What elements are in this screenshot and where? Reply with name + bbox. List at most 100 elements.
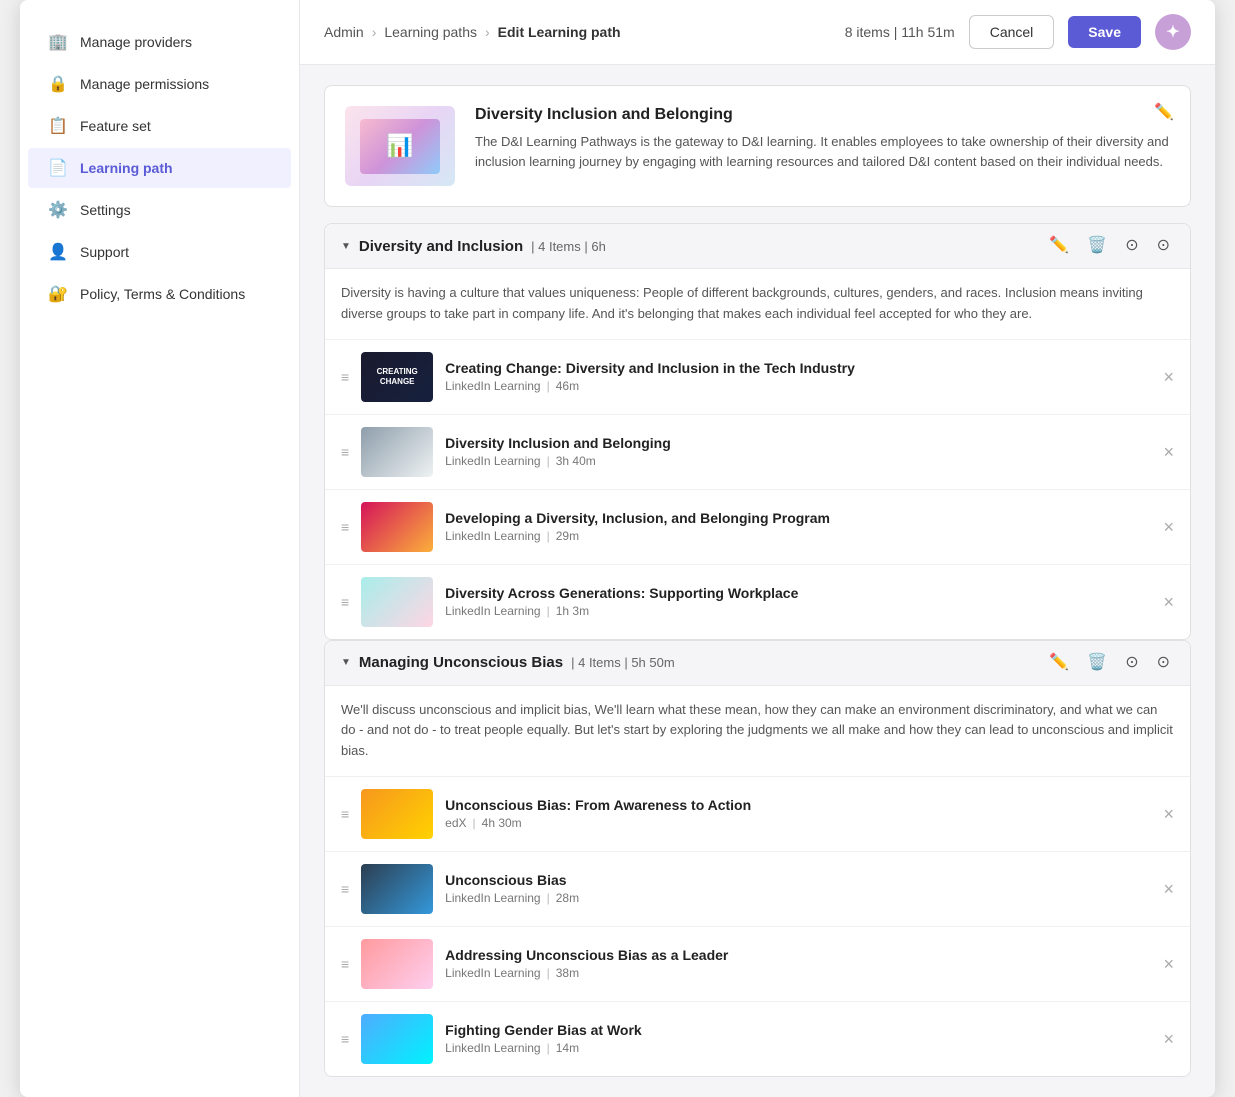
course-meta-addressing: LinkedIn Learning | 38m (445, 966, 1151, 980)
save-button[interactable]: Save (1068, 16, 1141, 48)
meta-sep-developing: | (547, 529, 550, 543)
avatar: ✦ (1155, 14, 1191, 50)
breadcrumb-current: Edit Learning path (498, 24, 621, 40)
hero-card: 📊 Diversity Inclusion and Belonging The … (324, 85, 1191, 207)
sidebar-label-policy: Policy, Terms & Conditions (80, 286, 245, 302)
drag-handle-addressing[interactable]: ≡ (341, 956, 349, 972)
section-header-left-managing-unconscious-bias: ▼ Managing Unconscious Bias | 4 Items | … (341, 654, 675, 671)
remove-course-creating-change[interactable]: × (1163, 368, 1174, 386)
sidebar-icon-manage-providers: 🏢 (48, 32, 68, 52)
section-up-managing-unconscious-bias[interactable]: ⊙ (1121, 653, 1142, 673)
items-info: 8 items | 11h 51m (845, 24, 955, 40)
breadcrumb-section[interactable]: Learning paths (384, 24, 477, 40)
course-item-fighting: ≡ Fighting Gender Bias at Work LinkedIn … (325, 1002, 1190, 1076)
section-meta-diversity-inclusion: | 4 Items | 6h (531, 239, 606, 254)
course-duration-addressing: 38m (556, 966, 579, 980)
section-down-managing-unconscious-bias[interactable]: ⊙ (1153, 653, 1174, 673)
course-thumb-generations (361, 577, 433, 627)
course-provider-fighting: LinkedIn Learning (445, 1041, 540, 1055)
thumb-text-awareness (395, 812, 399, 816)
section-up-diversity-inclusion[interactable]: ⊙ (1121, 236, 1142, 256)
sidebar-item-settings[interactable]: ⚙️ Settings (28, 190, 291, 230)
section-chevron-diversity-inclusion[interactable]: ▼ (341, 241, 351, 252)
sidebar-icon-feature-set: 📋 (48, 116, 68, 136)
course-meta-ub: LinkedIn Learning | 28m (445, 891, 1151, 905)
drag-handle-ub[interactable]: ≡ (341, 881, 349, 897)
section-edit-managing-unconscious-bias[interactable]: ✏️ (1045, 653, 1073, 673)
course-item-addressing: ≡ Addressing Unconscious Bias as a Leade… (325, 927, 1190, 1002)
sidebar-item-feature-set[interactable]: 📋 Feature set (28, 106, 291, 146)
remove-course-fighting[interactable]: × (1163, 1030, 1174, 1048)
course-item-developing: ≡ Developing a Diversity, Inclusion, and… (325, 490, 1190, 565)
section-header-right-managing-unconscious-bias: ✏️ 🗑️ ⊙ ⊙ (1045, 653, 1174, 673)
course-info-developing: Developing a Diversity, Inclusion, and B… (445, 510, 1151, 543)
meta-sep-awareness: | (473, 816, 476, 830)
thumb-text-creating-change: CREATING CHANGE (361, 365, 433, 388)
drag-handle-generations[interactable]: ≡ (341, 594, 349, 610)
section-header-managing-unconscious-bias: ▼ Managing Unconscious Bias | 4 Items | … (325, 641, 1190, 686)
meta-sep-generations: | (547, 604, 550, 618)
hero-edit-button[interactable]: ✏️ (1154, 102, 1174, 122)
remove-course-addressing[interactable]: × (1163, 955, 1174, 973)
remove-course-awareness[interactable]: × (1163, 805, 1174, 823)
course-thumb-addressing (361, 939, 433, 989)
course-duration-fighting: 14m (556, 1041, 579, 1055)
remove-course-developing[interactable]: × (1163, 518, 1174, 536)
breadcrumb: Admin › Learning paths › Edit Learning p… (324, 24, 621, 40)
hero-info: Diversity Inclusion and Belonging The D&… (475, 106, 1170, 171)
drag-handle-creating-change[interactable]: ≡ (341, 369, 349, 385)
drag-handle-dib[interactable]: ≡ (341, 444, 349, 460)
course-meta-awareness: edX | 4h 30m (445, 816, 1151, 830)
course-duration-creating-change: 46m (556, 379, 579, 393)
section-delete-managing-unconscious-bias[interactable]: 🗑️ (1083, 653, 1111, 673)
thumb-text-developing (395, 525, 399, 529)
course-title-ub: Unconscious Bias (445, 872, 1151, 888)
hero-thumb-icon: 📊 (386, 133, 413, 159)
thumb-text-fighting (395, 1037, 399, 1041)
course-provider-developing: LinkedIn Learning (445, 529, 540, 543)
drag-handle-awareness[interactable]: ≡ (341, 806, 349, 822)
breadcrumb-sep-1: › (372, 24, 377, 40)
section-delete-diversity-inclusion[interactable]: 🗑️ (1083, 236, 1111, 256)
remove-course-dib[interactable]: × (1163, 443, 1174, 461)
section-desc-managing-unconscious-bias: We'll discuss unconscious and implicit b… (325, 686, 1190, 777)
sidebar-item-learning-path[interactable]: 📄 Learning path (28, 148, 291, 188)
remove-course-ub[interactable]: × (1163, 880, 1174, 898)
sections-container: ▼ Diversity and Inclusion | 4 Items | 6h… (324, 223, 1191, 1077)
drag-handle-developing[interactable]: ≡ (341, 519, 349, 535)
sidebar-label-learning-path: Learning path (80, 160, 173, 176)
section-down-diversity-inclusion[interactable]: ⊙ (1153, 236, 1174, 256)
breadcrumb-admin[interactable]: Admin (324, 24, 364, 40)
section-edit-diversity-inclusion[interactable]: ✏️ (1045, 236, 1073, 256)
breadcrumb-sep-2: › (485, 24, 490, 40)
meta-sep-ub: | (547, 891, 550, 905)
course-meta-creating-change: LinkedIn Learning | 46m (445, 379, 1151, 393)
course-thumb-awareness (361, 789, 433, 839)
remove-course-generations[interactable]: × (1163, 593, 1174, 611)
hero-thumb-inner: 📊 (360, 119, 440, 174)
hero-description: The D&I Learning Pathways is the gateway… (475, 132, 1170, 171)
course-duration-awareness: 4h 30m (482, 816, 522, 830)
hero-title: Diversity Inclusion and Belonging (475, 106, 1170, 124)
section-chevron-managing-unconscious-bias[interactable]: ▼ (341, 657, 351, 668)
sidebar-item-manage-permissions[interactable]: 🔒 Manage permissions (28, 64, 291, 104)
course-provider-creating-change: LinkedIn Learning (445, 379, 540, 393)
course-item-creating-change: ≡ CREATING CHANGE Creating Change: Diver… (325, 340, 1190, 415)
course-title-dib: Diversity Inclusion and Belonging (445, 435, 1151, 451)
sidebar: 🏢 Manage providers 🔒 Manage permissions … (20, 0, 300, 1097)
course-thumb-creating-change: CREATING CHANGE (361, 352, 433, 402)
sidebar-item-manage-providers[interactable]: 🏢 Manage providers (28, 22, 291, 62)
sidebar-item-policy[interactable]: 🔐 Policy, Terms & Conditions (28, 274, 291, 314)
course-item-ub: ≡ Unconscious Bias LinkedIn Learning | 2… (325, 852, 1190, 927)
sidebar-item-support[interactable]: 👤 Support (28, 232, 291, 272)
section-meta-managing-unconscious-bias: | 4 Items | 5h 50m (571, 655, 675, 670)
sidebar-icon-support: 👤 (48, 242, 68, 262)
course-title-awareness: Unconscious Bias: From Awareness to Acti… (445, 797, 1151, 813)
course-info-generations: Diversity Across Generations: Supporting… (445, 585, 1151, 618)
cancel-button[interactable]: Cancel (969, 15, 1055, 49)
drag-handle-fighting[interactable]: ≡ (341, 1031, 349, 1047)
sidebar-label-manage-permissions: Manage permissions (80, 76, 209, 92)
course-title-generations: Diversity Across Generations: Supporting… (445, 585, 1151, 601)
content-area: 📊 Diversity Inclusion and Belonging The … (300, 65, 1215, 1097)
course-thumb-ub (361, 864, 433, 914)
